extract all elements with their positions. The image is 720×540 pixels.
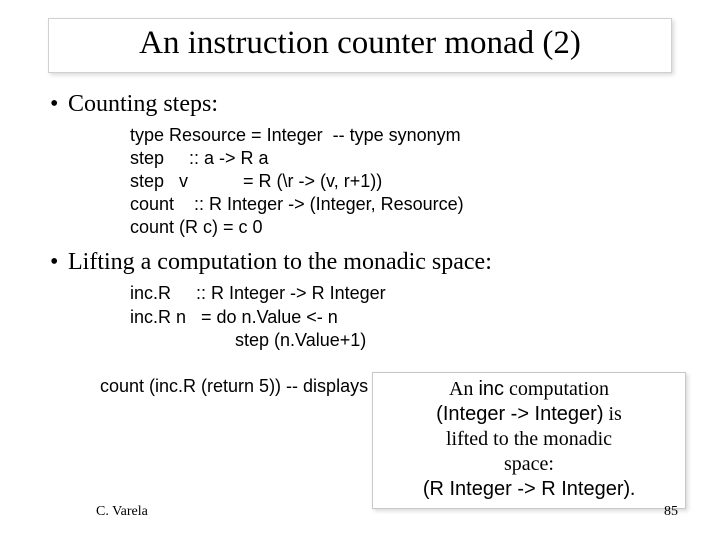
code1-l1: type Resource = Integer -- type synonym	[130, 125, 461, 145]
aside-line-4: space:	[379, 452, 679, 477]
code1-l2: step :: a -> R a	[130, 148, 269, 168]
aside-box: An inc computation (Integer -> Integer) …	[372, 372, 686, 509]
bullet-dot: •	[50, 249, 68, 276]
aside-line-5: (R Integer -> R Integer).	[379, 477, 679, 502]
slide: An instruction counter monad (2) •Counti…	[0, 0, 720, 540]
aside-line-3: lifted to the monadic	[379, 427, 679, 452]
bullet-1-text: Counting steps:	[68, 91, 218, 117]
code2-l1: inc.R :: R Integer -> R Integer	[130, 283, 386, 303]
aside-l1c: computation	[504, 378, 609, 400]
aside-l5: (R Integer -> R Integer)	[423, 478, 630, 500]
footer-author: C. Varela	[96, 504, 148, 520]
code1-l5: count (R c) = c 0	[130, 217, 263, 237]
aside-l2: (Integer -> Integer)	[436, 403, 603, 425]
bullet-dot: •	[50, 91, 68, 118]
bullet-1: •Counting steps:	[50, 91, 680, 118]
code-block-2: inc.R :: R Integer -> R Integer inc.R n …	[130, 282, 680, 352]
page-number: 85	[664, 504, 678, 520]
aside-l5b: .	[630, 478, 635, 500]
bullet-2: •Lifting a computation to the monadic sp…	[50, 249, 680, 276]
title-box: An instruction counter monad (2)	[48, 18, 672, 73]
aside-line-1: An inc computation	[379, 377, 679, 402]
aside-l1a: An	[449, 378, 478, 400]
slide-title: An instruction counter monad (2)	[63, 25, 657, 62]
code2-l3: step (n.Value+1)	[130, 330, 366, 350]
aside-line-2: (Integer -> Integer) is	[379, 402, 679, 427]
aside-l2b: is	[603, 403, 621, 425]
code2-l2: inc.R n = do n.Value <- n	[130, 307, 338, 327]
code1-l4: count :: R Integer -> (Integer, Resource…	[130, 194, 464, 214]
bullet-2-text: Lifting a computation to the monadic spa…	[68, 249, 492, 275]
code-block-1: type Resource = Integer -- type synonym …	[130, 124, 680, 239]
code1-l3: step v = R (\r -> (v, r+1))	[130, 171, 382, 191]
aside-l1b: inc	[478, 378, 504, 400]
